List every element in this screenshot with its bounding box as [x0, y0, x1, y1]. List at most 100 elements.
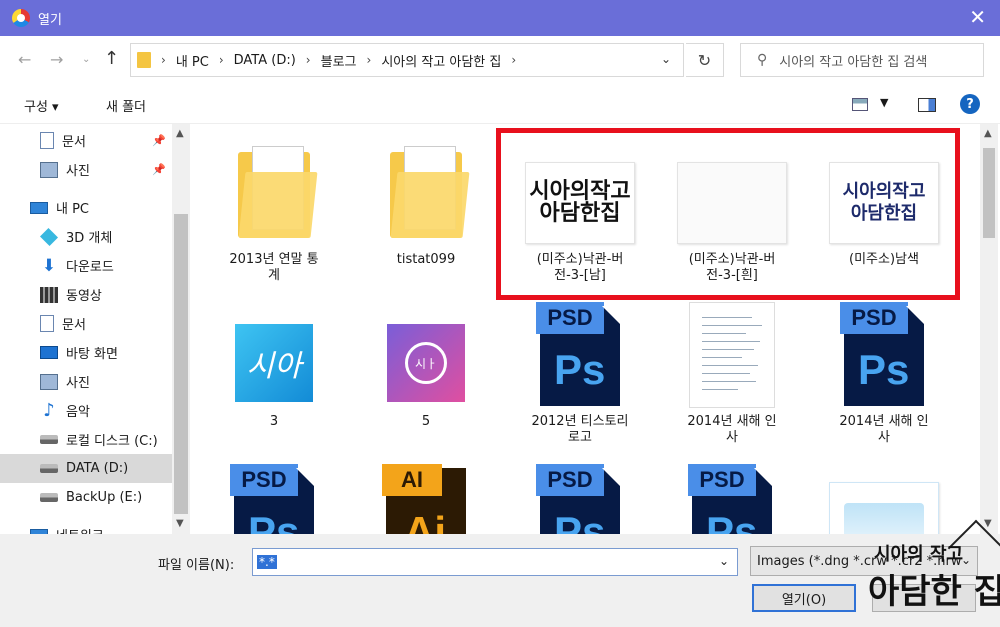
logo-text: 시아 — [235, 324, 313, 402]
logo-text: 시아의작고 아담한집 — [842, 181, 926, 224]
sidebar-item-network[interactable]: 네트워크 — [0, 520, 172, 534]
cube-icon — [39, 227, 59, 246]
sidebar-item-music[interactable]: ♪ 음악 — [0, 396, 172, 425]
scrollbar-thumb[interactable] — [174, 214, 188, 514]
sidebar-item-pictures[interactable]: 사진 — [0, 367, 172, 396]
sidebar-item-documents[interactable]: 문서 — [0, 309, 172, 338]
folder-icon — [390, 146, 470, 238]
photoshop-file-icon: PSD Ps — [536, 302, 620, 406]
chevron-right-icon[interactable]: › — [367, 53, 372, 67]
breadcrumb-current[interactable]: 시아의 작고 아담한 집 — [381, 51, 501, 70]
title-bar: 열기 ✕ — [0, 0, 1000, 36]
sidebar-item-label: 다운로드 — [66, 260, 114, 275]
file-thumbnail — [662, 300, 802, 410]
view-options-icon[interactable] — [852, 98, 868, 111]
recent-dropdown-icon[interactable]: ⌄ — [82, 54, 90, 65]
app-icon — [12, 9, 30, 27]
file-name: (미주소)낙관-버 전-3-[흰] — [688, 252, 776, 283]
sidebar-item-label: 3D 개체 — [66, 231, 113, 246]
view-dropdown-icon[interactable]: ▼ — [880, 96, 888, 109]
sidebar-item-videos[interactable]: 동영상 — [0, 280, 172, 309]
logo-text: 시아의작고 아담한집 — [529, 179, 631, 226]
file-thumbnail: PSD Ps — [204, 464, 344, 534]
toolbar: 구성 ▾ 새 폴더 ▼ ? — [0, 86, 1000, 124]
scroll-up-icon[interactable]: ▲ — [984, 128, 992, 139]
file-thumbnail: 시아 — [204, 320, 344, 406]
file-thumbnail: 시아의작고 아담한집 — [510, 160, 650, 246]
file-name: 2014년 새해 인 사 — [687, 414, 777, 445]
pin-icon[interactable]: 📌 — [152, 163, 166, 176]
refresh-button[interactable]: ↻ — [686, 43, 724, 77]
sidebar-item-label: 사진 — [66, 164, 90, 179]
back-arrow-icon[interactable]: ← — [18, 50, 31, 69]
photoshop-file-icon: PSD Ps — [230, 464, 314, 534]
file-list: 2013년 연말 통 계 tistat099 시아의작고 아담한집 (미주소)낙… — [190, 124, 980, 534]
breadcrumb-pc[interactable]: 내 PC — [176, 51, 209, 70]
search-icon: ⚲ — [757, 52, 768, 68]
scroll-up-icon[interactable]: ▲ — [176, 128, 184, 139]
pin-icon[interactable]: 📌 — [152, 134, 166, 147]
file-name: 3 — [269, 414, 279, 429]
sidebar-item-this-pc[interactable]: 내 PC — [0, 193, 172, 222]
scrollbar-thumb[interactable] — [983, 148, 995, 238]
window-title: 열기 — [38, 12, 62, 28]
sidebar-item-pictures-pinned[interactable]: 사진 📌 — [0, 155, 172, 184]
chevron-down-icon[interactable]: ⌄ — [719, 554, 729, 568]
download-icon: ⬇ — [41, 255, 57, 276]
open-button[interactable]: 열기(O) — [752, 584, 856, 612]
search-placeholder: 시아의 작고 아담한 집 검색 — [779, 54, 928, 70]
close-icon[interactable]: ✕ — [969, 7, 986, 27]
watermark-line2: 아담한 집 — [868, 572, 1000, 612]
forward-arrow-icon[interactable]: → — [50, 50, 63, 69]
preview-pane-icon[interactable] — [918, 98, 936, 112]
breadcrumb-blog[interactable]: 블로그 — [321, 51, 357, 70]
picture-icon — [40, 373, 58, 390]
chevron-down-icon[interactable]: ⌄ — [661, 52, 671, 66]
sidebar-scrollbar[interactable]: ▲ ▼ — [172, 124, 190, 534]
file-name: (미주소)낙관-버 전-3-[남] — [536, 252, 624, 283]
help-icon[interactable]: ? — [960, 94, 980, 114]
up-arrow-icon[interactable]: ↑ — [104, 48, 119, 69]
chevron-right-icon[interactable]: › — [161, 53, 166, 67]
file-thumbnail: PSD Ps — [510, 302, 650, 408]
sidebar-item-label: 로컬 디스크 (C:) — [66, 434, 158, 449]
sidebar-item-label: 문서 — [62, 135, 86, 150]
drive-icon — [40, 493, 58, 502]
organize-button[interactable]: 구성 ▾ — [24, 96, 59, 115]
file-thumbnail: PSD Ps — [510, 464, 650, 534]
drive-icon — [40, 435, 58, 444]
watermark-line1: 시아의 작고 — [874, 544, 964, 565]
sidebar-item-data-d[interactable]: DATA (D:) — [0, 454, 172, 483]
scroll-down-icon[interactable]: ▼ — [176, 518, 184, 529]
sidebar-item-downloads[interactable]: ⬇ 다운로드 — [0, 251, 172, 280]
search-input[interactable]: ⚲ 시아의 작고 아담한 집 검색 — [740, 43, 984, 77]
file-thumbnail — [662, 160, 802, 246]
chevron-right-icon[interactable]: › — [306, 53, 311, 67]
file-thumbnail: AI Ai — [356, 464, 496, 534]
sidebar-item-desktop[interactable]: 바탕 화면 — [0, 338, 172, 367]
refresh-icon: ↻ — [697, 50, 712, 70]
chevron-right-icon[interactable]: › — [511, 53, 516, 67]
address-bar[interactable]: › 내 PC › DATA (D:) › 블로그 › 시아의 작고 아담한 집 … — [130, 43, 684, 77]
sidebar-item-3d-objects[interactable]: 3D 개체 — [0, 222, 172, 251]
sidebar-item-documents-pinned[interactable]: 문서 📌 — [0, 126, 172, 155]
sidebar-item-backup-e[interactable]: BackUp (E:) — [0, 483, 172, 512]
sidebar-item-label: 네트워크 — [56, 525, 104, 534]
file-thumbnail: PSD Ps — [662, 464, 802, 534]
sidebar-item-local-disk-c[interactable]: 로컬 디스크 (C:) — [0, 425, 172, 454]
video-icon — [40, 286, 58, 303]
file-thumbnail: 시ㅏ — [356, 320, 496, 406]
new-folder-button[interactable]: 새 폴더 — [106, 96, 146, 115]
breadcrumb-data[interactable]: DATA (D:) — [234, 53, 296, 68]
logo-text: 시ㅏ — [405, 342, 447, 384]
file-thumbnail — [204, 142, 344, 242]
filename-label: 파일 이름(N): — [158, 558, 235, 573]
file-name: tistat099 — [396, 252, 456, 267]
file-list-scrollbar[interactable]: ▲ ▼ — [980, 124, 998, 534]
chevron-right-icon[interactable]: › — [219, 53, 224, 67]
illustrator-file-icon: AI Ai — [382, 464, 466, 534]
document-icon — [40, 315, 54, 332]
photoshop-file-icon: PSD Ps — [840, 302, 924, 406]
music-icon: ♪ — [43, 399, 55, 421]
filename-input[interactable]: *.* ⌄ — [252, 548, 738, 576]
